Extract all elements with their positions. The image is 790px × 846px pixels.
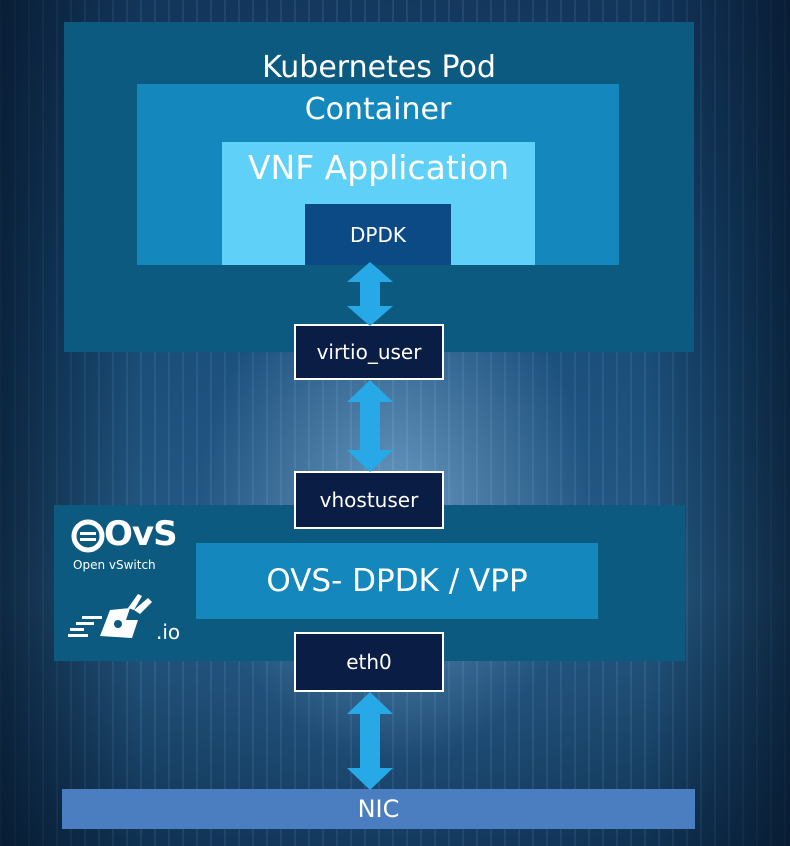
eth0-box: eth0 [294,632,444,692]
eth0-nic-arrow [347,692,393,790]
kubernetes-pod-title: Kubernetes Pod [262,50,496,85]
container-title: Container [304,92,452,127]
ovs-mark-text: OvS [104,514,178,554]
virtio-vhost-arrow [347,380,393,472]
nic-bar: NIC [62,789,695,829]
dpdk-virtio-arrow [347,262,393,326]
vnf-application-title: VNF Application [247,148,510,187]
ovs-dpdk-vpp-label: OVS- DPDK / VPP [196,543,598,619]
virtio-user-box: virtio_user [294,324,444,380]
dpdk-box: DPDK [305,204,451,265]
fdio-logo: .io [68,590,188,650]
open-vswitch-logo: OvS Open vSwitch [70,514,178,574]
vhostuser-box: vhostuser [294,471,444,529]
fdio-suffix: .io [156,620,181,644]
ovs-ring-icon [71,519,105,553]
fdio-rabbit-icon [68,594,152,638]
ovs-subtitle: Open vSwitch [73,558,156,572]
